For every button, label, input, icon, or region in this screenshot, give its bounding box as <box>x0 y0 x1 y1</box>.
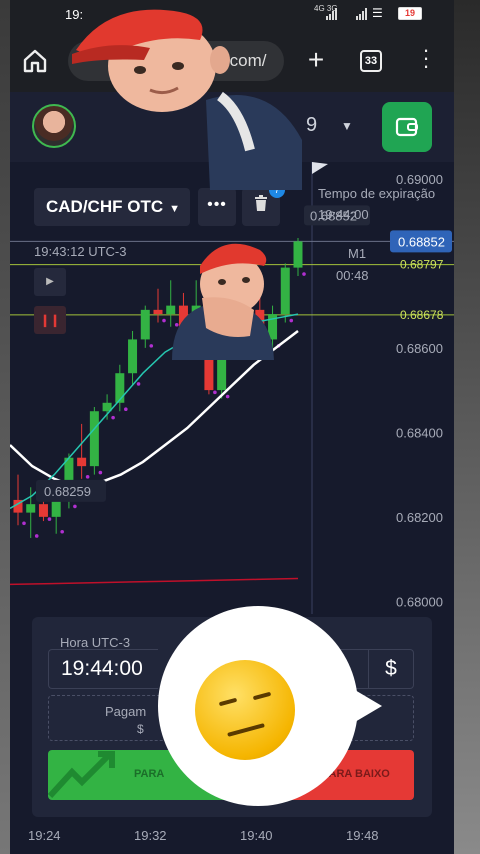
indicator-dot <box>149 344 154 348</box>
play-button[interactable]: ▶ <box>34 268 66 296</box>
candle-body <box>115 373 125 403</box>
signal-icon-2 <box>356 8 367 20</box>
phone-screen: 19: 4G 3G ☰ 19 on.com/ + 33 · · · 9 ▼ 0.69… <box>10 0 454 854</box>
indicator-dot <box>22 521 26 526</box>
emoji-bubble-tail <box>338 680 382 732</box>
indicator-dot <box>289 318 294 323</box>
low-price-label: 0.68259 <box>44 484 91 499</box>
chevron-down-icon[interactable]: ▼ <box>341 119 353 133</box>
level-label: 0.68678 <box>400 308 444 322</box>
more-options-button[interactable]: ••• <box>198 188 236 226</box>
price-chart[interactable]: 0.69000 0.68600 0.68400 0.68200 0.68000 0.687… <box>10 162 454 614</box>
home-icon[interactable] <box>22 48 48 74</box>
indicator-dot <box>213 390 217 395</box>
level-label: 0.68797 <box>400 258 444 272</box>
background-right <box>454 0 480 854</box>
indicator-dot <box>60 529 64 534</box>
expiry-time-field[interactable]: 19:44:00 <box>48 649 158 689</box>
expressionless-face-icon <box>195 660 295 760</box>
memoji-sticker-small <box>172 243 274 360</box>
current-time: 19:43:12 UTC-3 <box>34 244 127 259</box>
background-left <box>0 0 10 854</box>
payout-label: Pagam <box>105 704 147 719</box>
browser-menu-icon[interactable]: · · · <box>418 39 434 77</box>
indicator-dot <box>73 504 77 509</box>
candle-body <box>26 504 36 513</box>
chevron-down-icon: ▼ <box>169 203 180 215</box>
candle-body <box>38 504 48 517</box>
asset-selector[interactable]: CAD/CHF OTC ▼ <box>34 188 190 226</box>
x-tick: 19:24 <box>28 828 61 843</box>
chart-area[interactable]: 0.69000 0.68600 0.68400 0.68200 0.68000 0.687… <box>10 162 454 614</box>
time-axis: 19:24 19:32 19:40 19:48 <box>10 818 454 854</box>
y-tick-label: 0.68200 <box>396 510 443 525</box>
candle-body <box>128 339 138 374</box>
y-tick-label: 0.68400 <box>396 425 443 440</box>
indicator-dot <box>34 534 39 538</box>
y-tick-label: 0.69000 <box>396 172 443 187</box>
trash-icon <box>255 195 267 211</box>
payout-value: $ <box>137 722 144 736</box>
trend-up-icon <box>48 751 115 799</box>
candle-body <box>51 499 61 517</box>
indicator-dot <box>124 407 128 412</box>
x-tick: 19:48 <box>346 828 379 843</box>
indicator-dot <box>302 272 306 276</box>
candle-body <box>140 309 150 340</box>
tab-switcher-button[interactable]: 33 <box>360 50 382 72</box>
indicator-dot <box>136 382 141 386</box>
asset-pair-label: CAD/CHF OTC <box>46 197 164 216</box>
indicator-dot <box>47 517 52 521</box>
wallet-button[interactable] <box>382 102 432 152</box>
pause-button[interactable]: ❙❙ <box>34 306 66 334</box>
wallet-icon <box>395 117 418 137</box>
expiry-flag-icon <box>312 162 328 174</box>
candle-body <box>280 267 290 315</box>
candle-body <box>293 241 303 268</box>
moving-average-line <box>10 577 299 586</box>
candle-body <box>77 457 87 467</box>
memoji-sticker <box>72 9 302 190</box>
timeframe-label[interactable]: M1 <box>348 246 366 261</box>
signal-icon <box>326 8 337 20</box>
indicator-dot <box>111 415 115 420</box>
y-tick-label: 0.68600 <box>396 341 443 356</box>
candle-body <box>89 411 99 467</box>
current-price-label: 0.68852 <box>398 234 445 249</box>
expiry-label: Tempo de expiração <box>318 186 436 201</box>
expiry-time: 19:44:00 <box>318 207 369 222</box>
x-tick: 19:40 <box>240 828 273 843</box>
up-button-label: PARA <box>134 768 165 780</box>
wifi-icon: ☰ <box>372 6 383 20</box>
hora-label: Hora UTC-3 <box>60 635 131 650</box>
indicator-dot <box>85 475 90 479</box>
x-tick: 19:32 <box>134 828 167 843</box>
countdown-timer: 00:48 <box>336 268 369 283</box>
battery-icon: 19 <box>398 7 422 20</box>
indicator-dot <box>225 394 230 399</box>
y-tick-label: 0.68000 <box>396 594 443 609</box>
indicator-dot <box>98 470 103 475</box>
